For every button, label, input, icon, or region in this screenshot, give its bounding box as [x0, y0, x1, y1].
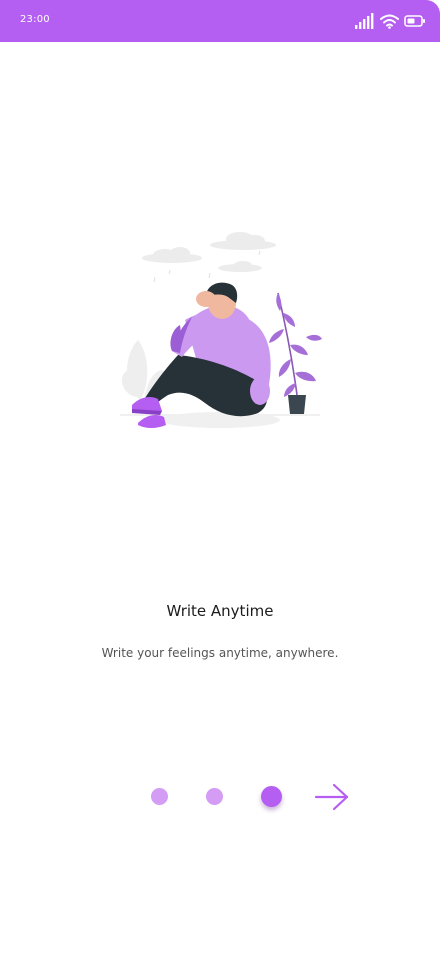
onboarding-subtitle: Write your feelings anytime, anywhere. [101, 646, 339, 660]
status-icons [355, 11, 426, 31]
battery-icon [404, 15, 426, 27]
page-indicator-dot-1[interactable] [151, 788, 168, 805]
wifi-icon [380, 14, 399, 29]
next-button[interactable] [314, 782, 350, 812]
signal-icon [355, 13, 375, 29]
status-time: 23:00 [20, 14, 50, 25]
page-indicator-dot-2[interactable] [206, 788, 223, 805]
onboarding-title: Write Anytime [166, 602, 274, 620]
arrow-right-icon [314, 783, 349, 811]
sad-person-illustration [110, 225, 340, 440]
status-bar: 23:00 [0, 0, 440, 42]
page-indicator-dot-3-active[interactable] [261, 786, 282, 807]
